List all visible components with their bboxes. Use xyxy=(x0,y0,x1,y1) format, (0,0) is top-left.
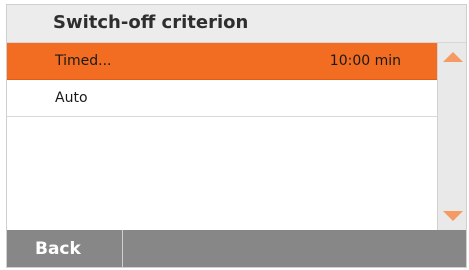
list-item-label: Timed... xyxy=(55,53,112,69)
list-item-auto[interactable]: Auto xyxy=(7,80,437,117)
list-item-timed[interactable]: Timed... 10:00 min xyxy=(7,43,437,80)
dialog-screen: Switch-off criterion Timed... 10:00 min … xyxy=(6,4,467,268)
back-button-label: Back xyxy=(35,239,81,259)
page-title: Switch-off criterion xyxy=(53,12,249,33)
scroll-down-button[interactable] xyxy=(438,202,466,230)
scroll-up-button[interactable] xyxy=(438,43,466,71)
list-item-value: 10:00 min xyxy=(329,53,401,69)
scrollbar[interactable] xyxy=(437,43,466,230)
option-list: Timed... 10:00 min Auto xyxy=(7,43,437,230)
back-button[interactable]: Back xyxy=(7,230,123,267)
title-bar: Switch-off criterion xyxy=(7,5,466,43)
scroll-down-arrow-icon xyxy=(443,211,463,221)
scroll-up-arrow-icon xyxy=(443,52,463,62)
footer-bar: Back xyxy=(7,230,466,267)
list-item-label: Auto xyxy=(55,90,88,106)
